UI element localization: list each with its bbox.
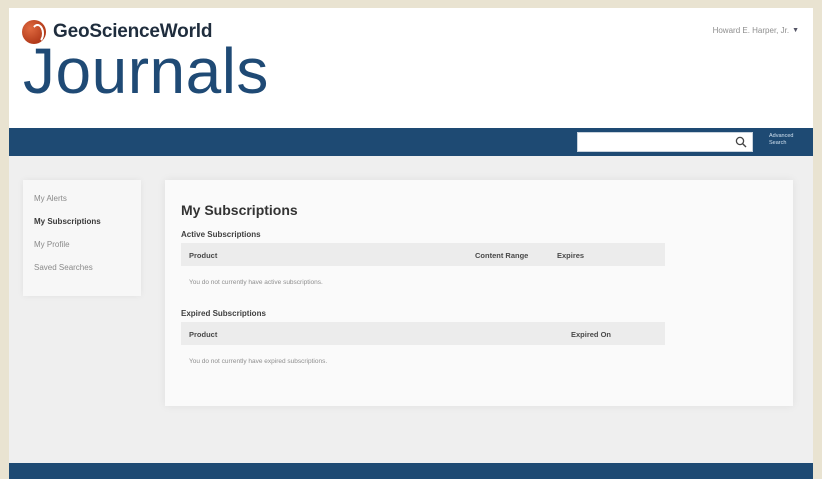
caret-down-icon: ▼ <box>792 27 799 34</box>
footer-bar <box>9 463 813 479</box>
site-header: GeoScienceWorld Howard E. Harper, Jr. ▼ … <box>9 8 813 128</box>
main-content: My Subscriptions Active Subscriptions Pr… <box>165 180 793 406</box>
sidebar-item-my-profile[interactable]: My Profile <box>23 240 141 263</box>
column-header-content-range: Content Range <box>475 251 529 260</box>
column-header-expired-on: Expired On <box>571 330 612 339</box>
sidebar-item-my-alerts[interactable]: My Alerts <box>23 194 141 217</box>
column-header-expires: Expires <box>557 251 585 260</box>
account-sidebar: My Alerts My Subscriptions My Profile Sa… <box>23 180 141 296</box>
user-name: Howard E. Harper, Jr. <box>712 26 790 35</box>
expired-subscriptions-heading: Expired Subscriptions <box>181 309 266 318</box>
sidebar-item-saved-searches[interactable]: Saved Searches <box>23 263 141 286</box>
sidebar-item-my-subscriptions[interactable]: My Subscriptions <box>23 217 141 240</box>
page-title: My Subscriptions <box>181 202 298 218</box>
search-icon[interactable] <box>735 136 747 148</box>
browser-frame: GeoScienceWorld Howard E. Harper, Jr. ▼ … <box>9 8 813 479</box>
active-subscriptions-empty-message: You do not currently have active subscri… <box>189 279 323 286</box>
search-input[interactable] <box>577 132 753 152</box>
advanced-search-link[interactable]: Advanced Search <box>769 133 809 147</box>
page-section-title: Journals <box>23 35 269 107</box>
user-menu[interactable]: Howard E. Harper, Jr. ▼ <box>713 26 799 35</box>
column-header-product: Product <box>189 330 218 339</box>
expired-subscriptions-empty-message: You do not currently have expired subscr… <box>189 358 328 365</box>
nav-bar: Advanced Search <box>9 128 813 156</box>
active-subscriptions-heading: Active Subscriptions <box>181 230 261 239</box>
active-subscriptions-table-header: Product Content Range Expires <box>181 243 665 266</box>
expired-subscriptions-table-header: Product Expired On <box>181 322 665 345</box>
column-header-product: Product <box>189 251 218 260</box>
